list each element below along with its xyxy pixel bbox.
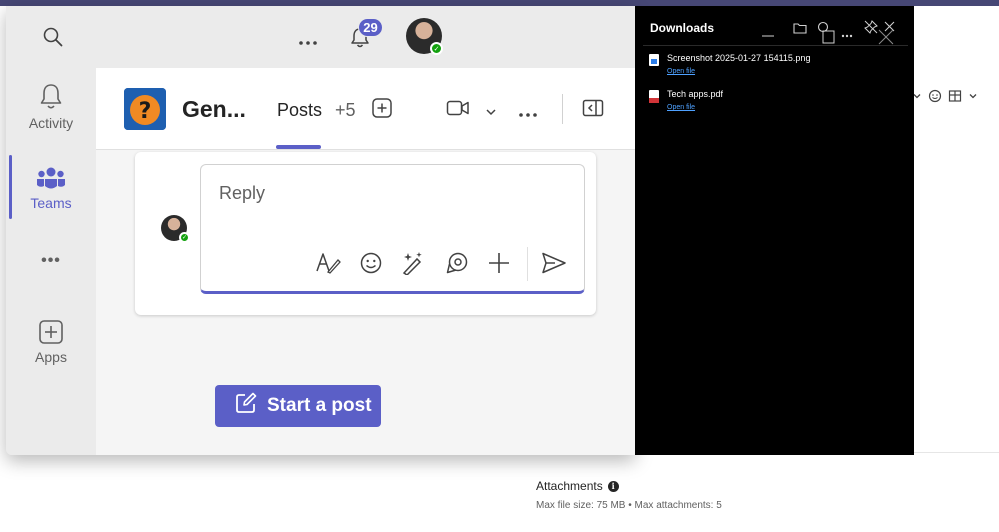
more-apps-label: ••• [41,252,61,269]
add-tab-icon[interactable] [371,97,393,124]
emoji-icon[interactable] [928,89,942,106]
rail-item-teams[interactable]: Teams [6,166,96,211]
more-options-icon[interactable] [298,33,318,51]
rail-item-apps[interactable]: Apps [6,318,96,365]
downloads-panel: Downloads Screenshot 2025-01-27 154115.p… [635,6,914,455]
open-file-link[interactable]: Open file [667,104,695,111]
rail-item-activity[interactable]: Activity [6,82,96,131]
minimize-icon[interactable] [762,24,774,43]
app-rail: Activity Teams ••• Apps [6,68,96,455]
image-file-icon [649,54,659,66]
more-options-icon[interactable] [518,105,538,123]
reply-input[interactable]: Reply [219,183,265,204]
attachments-label: Attachments [536,479,603,493]
rail-item-more[interactable]: ••• [6,252,96,270]
open-pane-icon[interactable] [582,99,604,122]
close-icon[interactable] [877,20,897,51]
loop-component-icon[interactable] [445,251,469,280]
more-options-icon[interactable] [841,25,853,43]
tab-posts[interactable]: Posts [277,100,322,121]
reply-compose-box[interactable]: Reply [200,164,585,294]
send-icon[interactable] [541,251,567,280]
info-icon[interactable]: i [607,480,619,492]
rail-label-teams: Teams [30,195,72,211]
notification-badge[interactable]: 29 [358,18,383,37]
channel-content: ? Gen... Posts +5 ✓ Reply Start a post [96,68,635,455]
active-tab-indicator [276,145,321,149]
rail-label-apps: Apps [35,349,67,365]
download-filename: Tech apps.pdf [667,89,724,99]
open-file-link[interactable]: Open file [667,68,695,75]
format-icon[interactable] [315,251,341,280]
chevron-down-icon[interactable] [968,90,978,104]
attachments-heading: Attachments i [536,479,619,493]
teams-icon [36,166,66,195]
compose-divider [527,247,528,281]
channel-title: Gen... [182,96,246,122]
more-tabs-button[interactable]: +5 [335,100,356,121]
unpin-icon[interactable] [864,20,878,39]
teams-window: 29 ✓ Activity Teams ••• Apps ? Gen... Po… [6,6,635,455]
presence-available-icon: ✓ [179,232,190,243]
table-icon[interactable] [948,89,962,106]
copilot-sparkle-pen-icon[interactable] [400,251,426,280]
search-icon[interactable] [42,26,64,53]
downloads-divider [643,45,908,46]
open-folder-icon[interactable] [793,21,807,39]
background-toolbar [912,86,999,108]
emoji-icon[interactable] [359,251,383,280]
pdf-file-icon [649,90,659,103]
add-icon[interactable] [487,251,511,280]
header-divider [562,94,563,124]
download-filename: Screenshot 2025-01-27 154115.png [667,53,811,63]
bell-icon [37,82,65,115]
channel-header: ? Gen... Posts +5 [96,68,635,150]
compose-icon [235,392,257,420]
add-app-icon [37,318,65,349]
attachments-limits: Max file size: 75 MB • Max attachments: … [536,500,722,511]
teams-top-bar: 29 ✓ [6,6,635,68]
rail-label-activity: Activity [28,115,74,131]
background-divider [912,452,999,453]
start-post-button[interactable]: Start a post [215,385,381,427]
presence-available-icon: ✓ [430,42,443,55]
svg-text:?: ? [139,99,152,124]
team-logo[interactable]: ? [124,88,166,130]
chevron-down-icon[interactable] [485,104,497,122]
start-post-label: Start a post [267,395,372,416]
video-call-icon[interactable] [446,99,470,122]
downloads-title: Downloads [650,21,715,35]
